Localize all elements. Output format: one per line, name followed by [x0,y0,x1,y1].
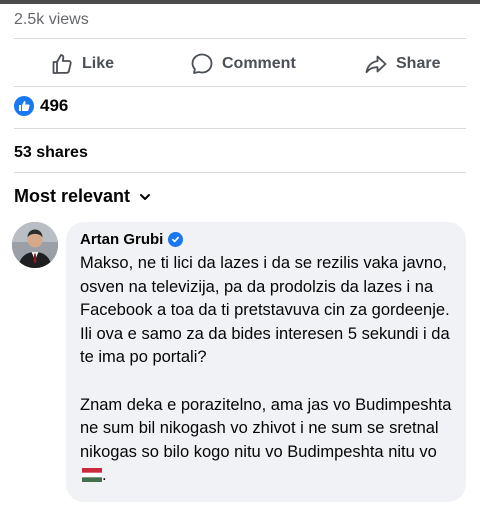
share-arrow-icon [365,55,387,74]
sort-label: Most relevant [14,186,131,206]
comment-author[interactable]: Artan Grubi [80,231,184,248]
share-label: Share [396,55,441,72]
verified-badge-icon [168,232,184,247]
comment-sort-selector[interactable]: Most relevant [14,186,152,207]
comment-paragraph: Makso, ne ti lici da lazes i da se rezil… [80,254,450,366]
shares-count[interactable]: 53 shares [14,144,88,162]
divider [14,172,466,173]
comment-label: Comment [222,55,296,72]
comment-paragraph: Znam deka e porazitelno, ama jas vo Budi… [80,395,452,461]
thumbs-up-icon [52,54,72,74]
comment-body: Makso, ne ti lici da lazes i da se rezil… [80,252,456,514]
share-button[interactable]: Share [364,50,440,78]
previous-media-edge [0,0,480,4]
divider [14,86,466,87]
avatar[interactable] [12,222,58,268]
comment-button[interactable]: Comment [190,50,296,78]
comment-trailing-text: . [102,466,107,484]
like-button[interactable]: Like [50,50,114,78]
reaction-count: 496 [40,96,69,115]
reaction-summary[interactable]: 496 [14,96,68,116]
chevron-down-icon [140,193,151,200]
comment-author-name[interactable]: Artan Grubi [80,231,163,248]
divider [14,128,466,129]
like-label: Like [82,55,115,72]
divider [14,38,466,39]
comment-bubble-icon [191,53,213,74]
view-count: 2.5k views [14,11,89,28]
hungary-flag-icon [82,466,102,490]
like-reaction-icon [14,96,34,116]
comment-paragraph-final: Znam deka e porazitelno, ama jas vo Budi… [80,394,456,490]
post-action-bar: Like Comment Share [0,50,480,78]
